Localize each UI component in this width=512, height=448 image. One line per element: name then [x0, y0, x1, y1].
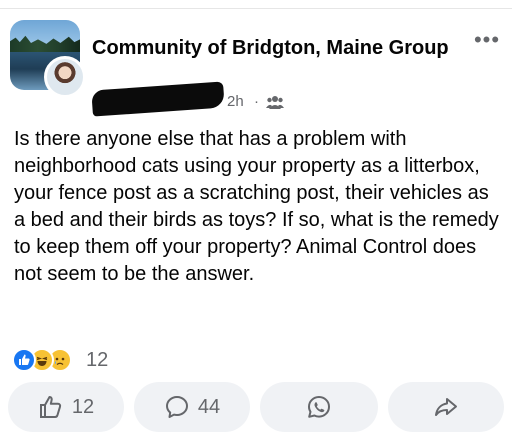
more-options-icon[interactable]: •••	[472, 29, 502, 54]
divider	[0, 8, 512, 9]
post-time[interactable]: 2h	[227, 92, 244, 112]
like-icon	[12, 348, 36, 372]
facebook-post: Community of Bridgton, Maine Group ••• 2…	[0, 0, 512, 448]
comment-icon	[165, 396, 188, 418]
like-button[interactable]: 12	[8, 382, 124, 432]
user-avatar[interactable]	[44, 56, 86, 98]
group-name[interactable]: Community of Bridgton, Maine Group	[92, 33, 452, 63]
share-button[interactable]	[388, 382, 504, 432]
like-count: 12	[71, 395, 95, 418]
reactions-summary[interactable]: 12	[12, 348, 172, 372]
thumbs-up-icon	[39, 396, 61, 418]
post-body: Is there anyone else that has a problem …	[14, 128, 499, 285]
lake-photo	[10, 35, 80, 52]
share-icon	[435, 398, 457, 416]
reaction-count: 12	[86, 349, 109, 371]
whatsapp-share-button[interactable]	[260, 382, 378, 432]
whatsapp-icon	[308, 396, 330, 418]
comment-count: 44	[197, 395, 221, 418]
comment-button[interactable]: 44	[134, 382, 250, 432]
meta-separator: ·	[254, 93, 259, 110]
group-audience-icon	[266, 96, 284, 109]
